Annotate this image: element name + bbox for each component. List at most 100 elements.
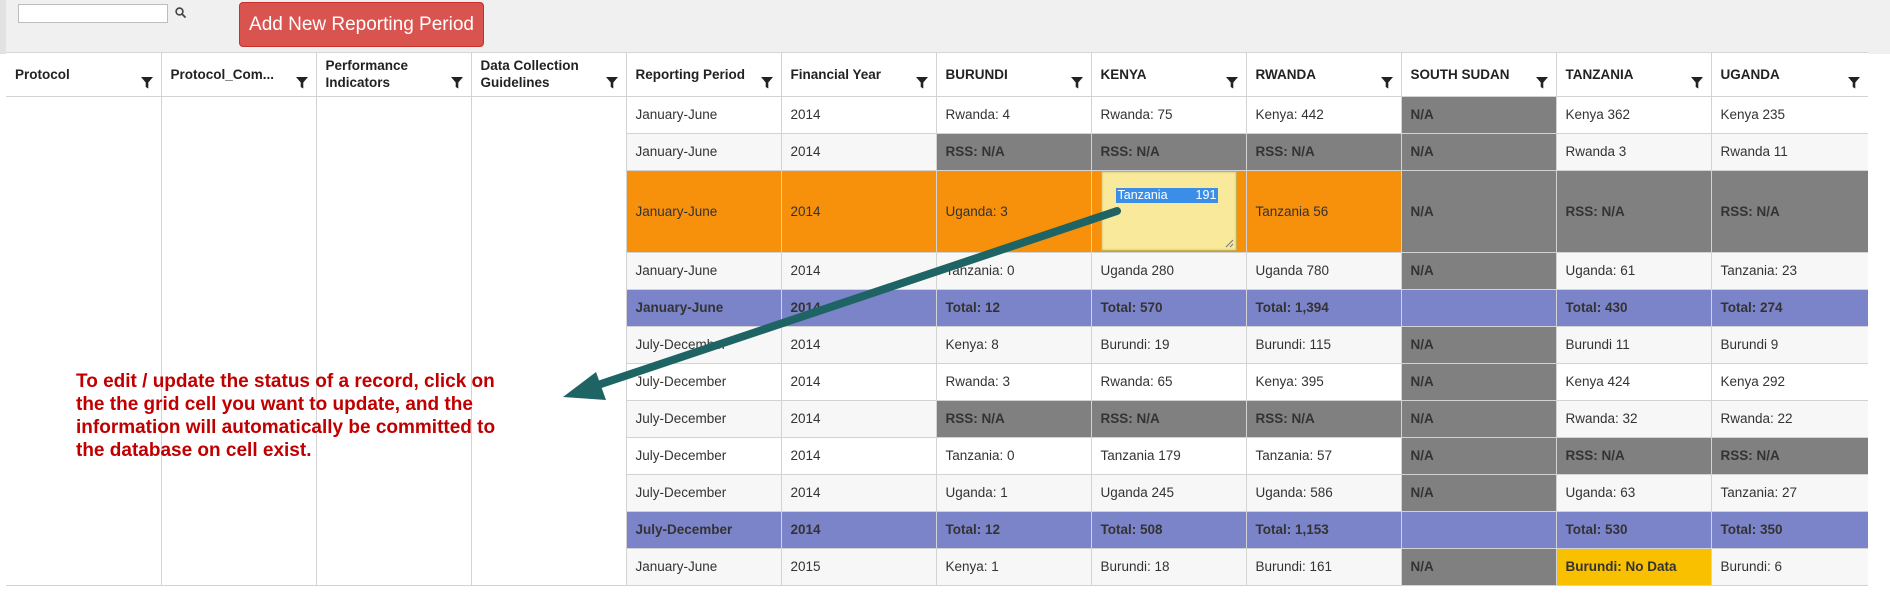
table-cell[interactable]: January-June	[626, 133, 782, 171]
table-cell[interactable]: RSS: N/A	[1246, 133, 1402, 171]
table-cell[interactable]: Total: 274	[1711, 289, 1868, 327]
table-cell[interactable]: Kenya: 395	[1246, 363, 1402, 401]
table-cell[interactable]: Burundi: 19	[1091, 326, 1247, 364]
table-cell[interactable]: Total: 430	[1556, 289, 1712, 327]
table-cell[interactable]: 2014	[781, 96, 937, 134]
table-cell[interactable]: RSS: N/A	[1091, 400, 1247, 438]
table-cell[interactable]: N/A	[1401, 96, 1557, 134]
table-cell[interactable]: Rwanda: 4	[936, 96, 1092, 134]
table-cell[interactable]: RSS: N/A	[1556, 170, 1712, 253]
table-cell[interactable]: Total: 350	[1711, 511, 1868, 549]
table-cell[interactable]: Kenya 235	[1711, 96, 1868, 134]
column-header[interactable]: Performance Indicators	[316, 53, 472, 97]
table-cell[interactable]: Uganda: 586	[1246, 474, 1402, 512]
filter-icon[interactable]	[295, 76, 308, 89]
table-cell[interactable]	[161, 96, 317, 586]
table-cell[interactable]: 2014	[781, 437, 937, 475]
table-cell[interactable]: Rwanda: 65	[1091, 363, 1247, 401]
filter-icon[interactable]	[1225, 76, 1238, 89]
table-cell[interactable]: Kenya 424	[1556, 363, 1712, 401]
table-cell[interactable]: Tanzania: 57	[1246, 437, 1402, 475]
add-reporting-period-button[interactable]: Add New Reporting Period	[239, 2, 484, 47]
table-cell[interactable]: Rwanda 3	[1556, 133, 1712, 171]
table-cell[interactable]: Tanzania: 27	[1711, 474, 1868, 512]
table-cell[interactable]: 2014	[781, 474, 937, 512]
table-cell[interactable]: RSS: N/A	[1091, 133, 1247, 171]
column-header[interactable]: UGANDA	[1711, 53, 1868, 97]
cell-editor-textarea[interactable]: Tanzania 191	[1100, 171, 1237, 251]
column-header[interactable]: Financial Year	[781, 53, 937, 97]
table-cell[interactable]: July-December	[626, 326, 782, 364]
column-header[interactable]: KENYA	[1091, 53, 1247, 97]
table-cell[interactable]	[1401, 289, 1557, 327]
table-cell[interactable]: Rwanda: 75	[1091, 96, 1247, 134]
table-cell[interactable]: RSS: N/A	[936, 133, 1092, 171]
column-header[interactable]: SOUTH SUDAN	[1401, 53, 1557, 97]
table-cell[interactable]: Burundi: 6	[1711, 548, 1868, 586]
table-cell[interactable]: Tanzania: 23	[1711, 252, 1868, 290]
table-cell[interactable]: Tanzania: 0	[936, 437, 1092, 475]
editing-cell[interactable]: Tanzania 191	[1091, 170, 1247, 253]
table-cell[interactable]: Uganda: 63	[1556, 474, 1712, 512]
filter-icon[interactable]	[140, 76, 153, 89]
table-cell[interactable]: N/A	[1401, 548, 1557, 586]
table-cell[interactable]: Uganda: 61	[1556, 252, 1712, 290]
table-cell[interactable]: 2014	[781, 363, 937, 401]
table-cell[interactable]: Kenya 362	[1556, 96, 1712, 134]
filter-icon[interactable]	[760, 76, 773, 89]
table-cell[interactable]: Burundi: 18	[1091, 548, 1247, 586]
table-cell[interactable]: 2014	[781, 400, 937, 438]
table-cell[interactable]: RSS: N/A	[1246, 400, 1402, 438]
table-cell[interactable]: N/A	[1401, 437, 1557, 475]
table-cell[interactable]: Kenya: 442	[1246, 96, 1402, 134]
table-cell[interactable]: Rwanda 11	[1711, 133, 1868, 171]
table-cell[interactable]: 2014	[781, 133, 937, 171]
table-cell[interactable]: Total: 1,153	[1246, 511, 1402, 549]
filter-icon[interactable]	[1380, 76, 1393, 89]
table-cell[interactable]: Uganda 780	[1246, 252, 1402, 290]
column-header[interactable]: RWANDA	[1246, 53, 1402, 97]
search-input[interactable]	[18, 4, 168, 23]
table-cell[interactable]: Total: 530	[1556, 511, 1712, 549]
column-header[interactable]: Reporting Period	[626, 53, 782, 97]
table-cell[interactable]: Uganda: 3	[936, 170, 1092, 253]
filter-icon[interactable]	[915, 76, 928, 89]
column-header[interactable]: Protocol_Com...	[161, 53, 317, 97]
table-cell[interactable]: July-December	[626, 437, 782, 475]
table-cell[interactable]: Burundi: 161	[1246, 548, 1402, 586]
table-cell[interactable]: Tanzania: 0	[936, 252, 1092, 290]
table-cell[interactable]: July-December	[626, 474, 782, 512]
table-cell[interactable]: Kenya: 1	[936, 548, 1092, 586]
filter-icon[interactable]	[1690, 76, 1703, 89]
table-cell[interactable]: July-December	[626, 400, 782, 438]
table-cell[interactable]: January-June	[626, 252, 782, 290]
table-cell[interactable]: Burundi: 115	[1246, 326, 1402, 364]
table-cell[interactable]: Rwanda: 3	[936, 363, 1092, 401]
table-cell[interactable]	[6, 96, 162, 586]
table-cell[interactable]: N/A	[1401, 474, 1557, 512]
table-cell[interactable]: RSS: N/A	[1556, 437, 1712, 475]
table-cell[interactable]: Tanzania 56	[1246, 170, 1402, 253]
table-cell[interactable]: N/A	[1401, 400, 1557, 438]
filter-icon[interactable]	[1847, 76, 1860, 89]
table-cell[interactable]: Total: 12	[936, 511, 1092, 549]
table-cell[interactable]: January-June	[626, 170, 782, 253]
table-cell[interactable]	[316, 96, 472, 586]
table-cell[interactable]: Total: 570	[1091, 289, 1247, 327]
table-cell[interactable]: 2014	[781, 326, 937, 364]
table-cell[interactable]: 2014	[781, 252, 937, 290]
resize-grip-icon[interactable]	[1225, 239, 1234, 248]
table-cell[interactable]: Rwanda: 32	[1556, 400, 1712, 438]
filter-icon[interactable]	[1535, 76, 1548, 89]
table-cell[interactable]: 2014	[781, 170, 937, 253]
table-cell[interactable]: Total: 1,394	[1246, 289, 1402, 327]
table-cell[interactable]: July-December	[626, 511, 782, 549]
filter-icon[interactable]	[450, 76, 463, 89]
column-header[interactable]: BURUNDI	[936, 53, 1092, 97]
table-cell[interactable]: Kenya 292	[1711, 363, 1868, 401]
table-cell[interactable]: Uganda 280	[1091, 252, 1247, 290]
table-cell[interactable]: N/A	[1401, 170, 1557, 253]
search-icon[interactable]	[174, 6, 188, 20]
table-cell[interactable]: N/A	[1401, 133, 1557, 171]
table-cell[interactable]: 2015	[781, 548, 937, 586]
